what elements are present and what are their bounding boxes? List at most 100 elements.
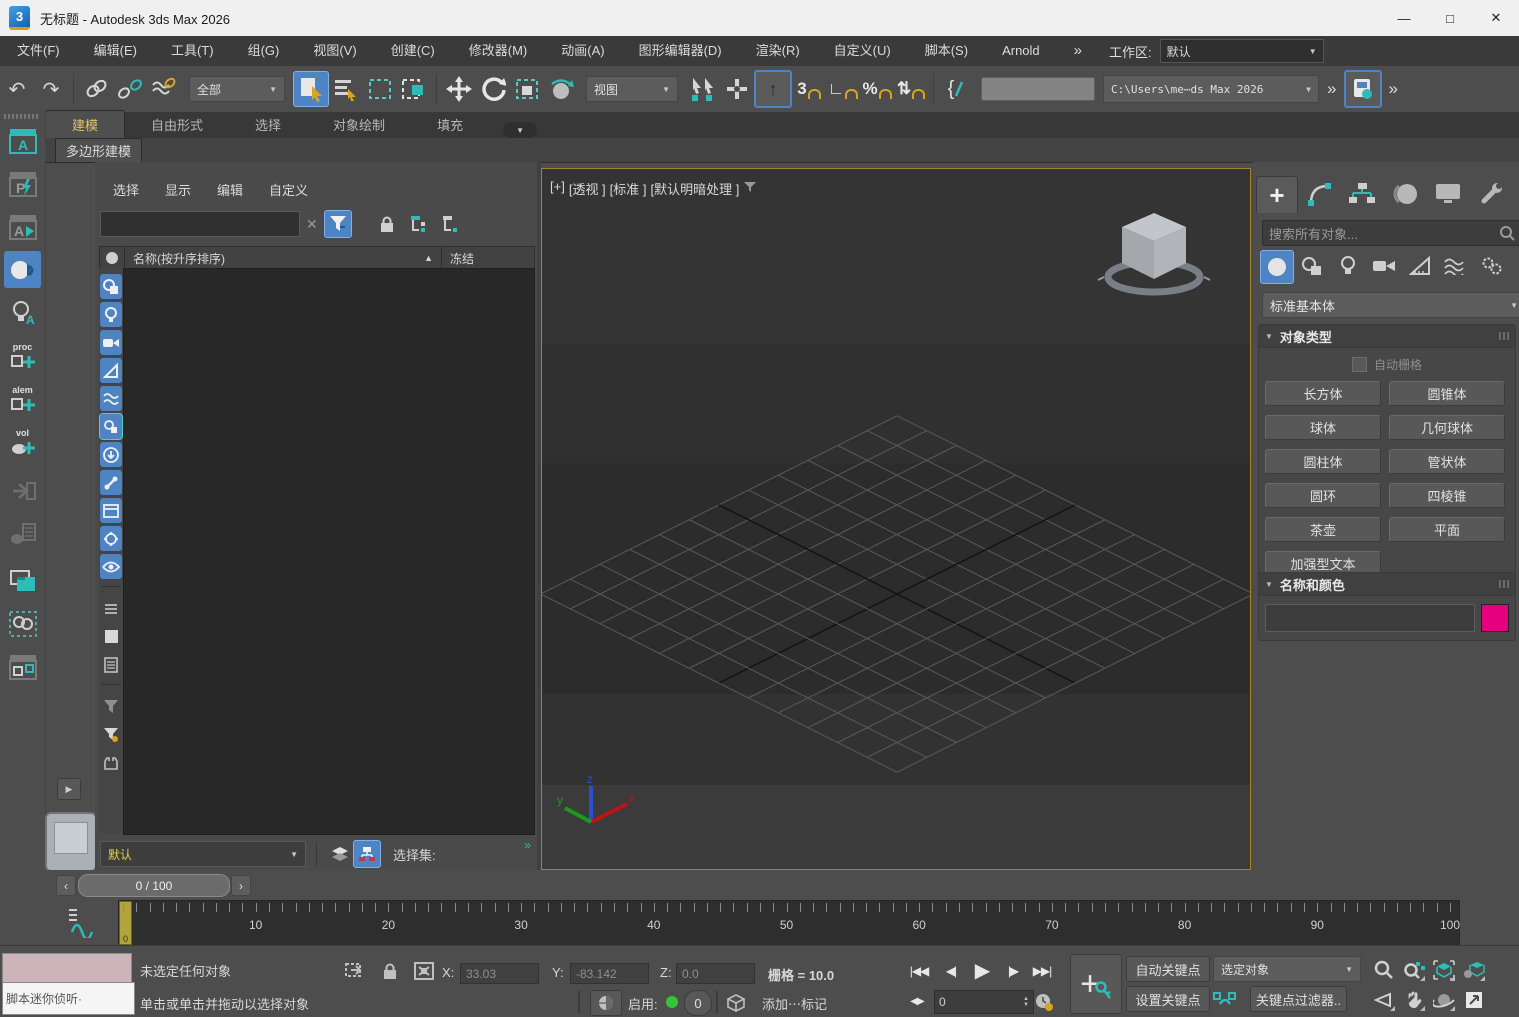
toggle-combined-button[interactable] [100, 414, 122, 439]
viewport-menu-pov[interactable]: [透视 ] [569, 179, 606, 198]
maxscript-mini-listener[interactable]: 脚本迷你侦听· [2, 982, 135, 1015]
tab-display[interactable] [1428, 176, 1468, 212]
detail-view-button[interactable] [100, 652, 122, 677]
redo-button[interactable]: ↷ [34, 72, 68, 106]
explorer-lock-button[interactable] [374, 211, 400, 237]
toggle-containers-button[interactable] [100, 442, 122, 467]
zoom-extents-all-button[interactable] [1462, 958, 1486, 982]
next-frame-playback-button[interactable]: |▶ [1000, 960, 1026, 982]
cylinder-button[interactable]: 圆柱体 [1265, 449, 1381, 474]
x-coord-field[interactable]: 33.03 [460, 963, 539, 984]
macro-folders-button[interactable] [4, 562, 41, 599]
window-crossing-toggle-button[interactable] [397, 72, 431, 106]
bind-to-space-warp-button[interactable] [147, 72, 181, 106]
menu-create[interactable]: 创建(C) [374, 36, 452, 66]
object-name-input[interactable] [1265, 604, 1475, 632]
absolute-offset-mode-button[interactable] [412, 959, 436, 983]
selection-set-dropdown[interactable]: 选定对象 ▼ [1213, 956, 1361, 982]
current-frame-field[interactable]: 0 ▲▼ [934, 990, 1034, 1014]
select-and-scale-button[interactable] [510, 72, 544, 106]
play-button[interactable]: ▶ [968, 956, 996, 984]
viewport-menu-general[interactable]: [+] [550, 179, 565, 198]
selection-filter-dropdown[interactable]: 全部 ▼ [189, 76, 285, 102]
per-view-filter-icon[interactable] [743, 181, 757, 193]
frame-spinner[interactable]: ▲▼ [1023, 996, 1029, 1008]
category-space-warps-button[interactable] [1440, 250, 1472, 282]
select-and-move-button[interactable] [442, 72, 476, 106]
selection-lock-button[interactable] [378, 959, 402, 983]
category-shapes-button[interactable] [1296, 250, 1328, 282]
panel-flyout-button[interactable]: ▶ [57, 778, 81, 800]
rectangular-selection-region-button[interactable] [363, 72, 397, 106]
macro-window-shapes-button[interactable] [4, 648, 41, 685]
ribbon-tab-populate[interactable]: 填充 [411, 111, 489, 138]
macro-window-p-button[interactable]: P [4, 165, 41, 202]
isolate-selection-button[interactable] [342, 959, 366, 983]
minimize-button[interactable]: — [1381, 0, 1427, 36]
plane-button[interactable]: 平面 [1389, 517, 1505, 542]
viewport-menu-renderer[interactable]: [标准 ] [610, 179, 647, 198]
category-cameras-button[interactable] [1368, 250, 1400, 282]
toggle-materials-button[interactable] [100, 526, 122, 551]
explorer-menu-customize[interactable]: 自定义 [263, 180, 314, 199]
render-setup-button[interactable] [1344, 70, 1382, 108]
collapse-hierarchy-button[interactable] [438, 211, 464, 237]
select-and-link-button[interactable] [79, 72, 113, 106]
select-object-button[interactable] [293, 71, 329, 107]
menu-views[interactable]: 视图(V) [296, 36, 373, 66]
geosphere-button[interactable]: 几何球体 [1389, 415, 1505, 440]
macro-light-a-button[interactable]: A [4, 294, 41, 331]
box-button[interactable]: 长方体 [1265, 381, 1381, 406]
toggle-cameras-button[interactable] [100, 330, 122, 355]
time-slider[interactable]: 0 / 100 [78, 874, 230, 897]
project-folder-dropdown[interactable]: C:\Users\me⋯ds Max 2026 ▼ [1103, 75, 1319, 103]
ribbon-tab-object-paint[interactable]: 对象绘制 [307, 111, 411, 138]
footer-overflow-chevron[interactable]: » [524, 838, 531, 852]
toolbar-overflow-chevron-2[interactable]: » [1388, 79, 1397, 99]
pan-button[interactable] [1402, 988, 1426, 1012]
use-pivot-point-center-button[interactable] [544, 72, 578, 106]
tab-utilities[interactable] [1471, 176, 1511, 212]
ribbon-tab-freeform[interactable]: 自由形式 [125, 111, 229, 138]
current-frame-marker[interactable]: 0 [119, 901, 132, 945]
toggle-geometry-button[interactable] [100, 274, 122, 299]
close-button[interactable]: ✕ [1473, 0, 1519, 36]
menu-tools[interactable]: 工具(T) [154, 36, 231, 66]
ribbon-tab-selection[interactable]: 选择 [229, 111, 307, 138]
tab-modify[interactable] [1299, 176, 1339, 212]
macro-alem-button[interactable]: alem [4, 381, 41, 418]
subcategory-dropdown[interactable]: 标准基本体 ▼ [1262, 292, 1519, 318]
column-name-header[interactable]: 名称(按升序排序) ▲ [125, 247, 442, 269]
menu-overflow-chevron[interactable]: » [1057, 36, 1099, 66]
menu-group[interactable]: 组(G) [231, 36, 297, 66]
explorer-filter-button[interactable] [324, 210, 352, 238]
maxscript-listener-output[interactable] [2, 953, 132, 984]
tab-hierarchy[interactable] [1342, 176, 1382, 212]
workspace-dropdown[interactable]: 默认 ▼ [1160, 39, 1324, 63]
ribbon-minimize-button[interactable]: ▼ [503, 122, 537, 138]
menu-file[interactable]: 文件(F) [0, 36, 77, 66]
add-time-tag-text[interactable]: 添加⋯标记 [762, 994, 827, 1013]
explorer-menu-display[interactable]: 显示 [159, 180, 197, 199]
menu-rendering[interactable]: 渲染(R) [739, 36, 817, 66]
perspective-viewport[interactable]: [+] [透视 ] [标准 ] [默认明暗处理 ] z x y [541, 168, 1251, 870]
menu-customize[interactable]: 自定义(U) [817, 36, 908, 66]
teapot-button[interactable]: 茶壶 [1265, 517, 1381, 542]
set-key-button[interactable]: 设置关键点 [1126, 986, 1210, 1012]
minimized-dialog-button[interactable] [45, 812, 97, 872]
maximize-viewport-toggle-button[interactable] [1462, 988, 1486, 1012]
set-keys-button[interactable]: + [1070, 954, 1122, 1014]
menu-scripting[interactable]: 脚本(S) [908, 36, 985, 66]
macro-vol-button[interactable]: vol [4, 424, 41, 461]
select-and-manipulate-button[interactable] [686, 72, 720, 106]
go-to-end-button[interactable]: ▶▶| [1028, 960, 1056, 982]
zoom-button[interactable] [1372, 958, 1396, 982]
mini-curve-editor-button[interactable] [66, 906, 94, 938]
keyboard-shortcut-override-button[interactable] [720, 72, 754, 106]
key-mode-toggle-button[interactable]: ◀▶ [905, 990, 929, 1012]
explorer-menu-edit[interactable]: 编辑 [211, 180, 249, 199]
menu-animation[interactable]: 动画(A) [544, 36, 621, 66]
tube-button[interactable]: 管状体 [1389, 449, 1505, 474]
time-tag-cube-button[interactable] [724, 991, 748, 1015]
hierarchy-view-button[interactable] [353, 840, 381, 868]
